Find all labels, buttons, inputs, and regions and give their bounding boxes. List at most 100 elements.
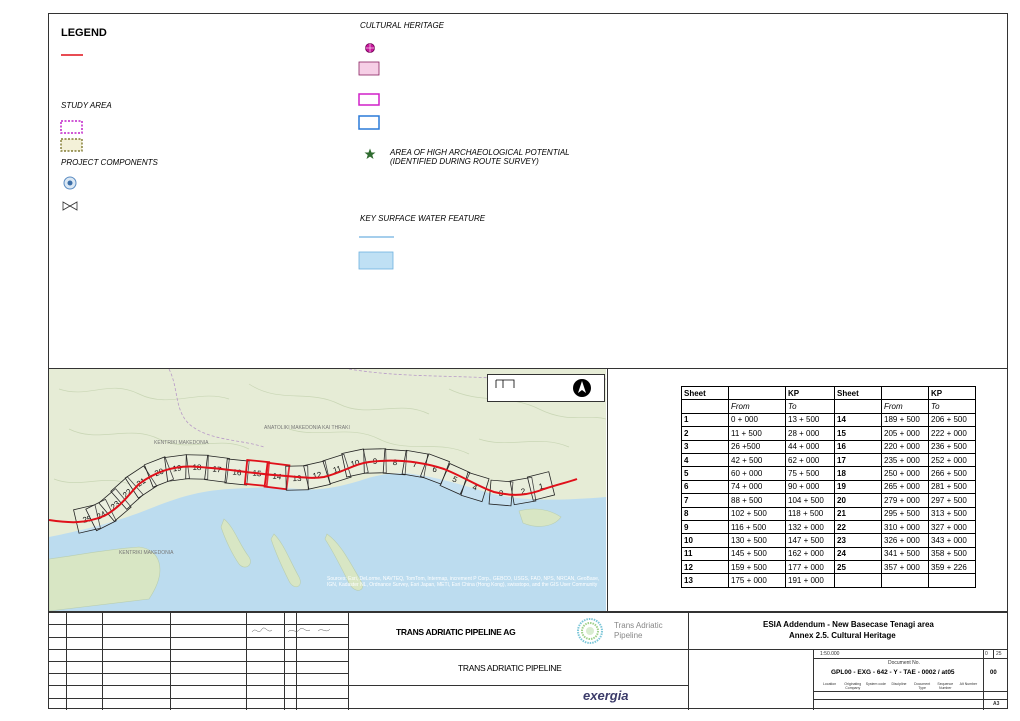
table-cell: 118 + 500 xyxy=(785,506,835,521)
table-cell: 0 + 000 xyxy=(728,412,786,428)
table-cell: 23 xyxy=(834,533,882,548)
map-canvas: KENTRIKI MAKEDONIA ANATOLIKI MAKEDONIA K… xyxy=(49,369,606,611)
table-cell: 22 xyxy=(834,519,882,535)
table-cell: 28 + 000 xyxy=(785,426,835,441)
table-cell xyxy=(928,573,976,588)
table-cell: 235 + 000 xyxy=(881,452,929,468)
doc-sublabel: Originating Company xyxy=(844,682,862,690)
study-area-symbol-magenta xyxy=(60,120,83,134)
pipeline-route-symbol xyxy=(61,54,83,56)
table-cell: 359 + 226 xyxy=(928,560,976,575)
table-cell: 10 xyxy=(681,533,729,548)
table-cell: 130 + 500 xyxy=(728,533,786,548)
table-cell: 145 + 500 xyxy=(728,546,786,562)
table-cell: Sheet xyxy=(834,385,882,401)
table-cell: 357 + 000 xyxy=(881,560,929,575)
tap-logo-icon xyxy=(577,618,603,644)
company-name: TRANS ADRIATIC PIPELINE AG xyxy=(396,627,516,637)
table-cell: To xyxy=(928,399,976,414)
table-cell: 88 + 500 xyxy=(728,493,786,508)
table-cell: 279 + 000 xyxy=(881,493,929,508)
table-cell: 20 xyxy=(834,493,882,508)
table-cell xyxy=(834,573,882,588)
map-view[interactable]: KENTRIKI MAKEDONIA ANATOLIKI MAKEDONIA K… xyxy=(49,369,606,611)
table-cell: 6 xyxy=(681,479,729,495)
archaeology-star-icon xyxy=(364,148,376,159)
table-row: 3 26 +500 44 + 000 16 220 + 000 236 + 500 xyxy=(681,439,976,454)
drawing-title-1: ESIA Addendum - New Basecase Tenagi area xyxy=(763,620,934,629)
scale-value: 1:50.000 xyxy=(820,651,840,657)
contractor-logo: exergia xyxy=(583,688,629,703)
table-cell: 281 + 500 xyxy=(928,479,976,495)
table-cell: 159 + 500 xyxy=(728,560,786,575)
kp-header-row: Sheet KP Sheet KP xyxy=(681,385,976,401)
doc-sublabel: Alt Number xyxy=(959,682,978,686)
sheet-number-a: 0 xyxy=(985,651,988,657)
table-cell: KP xyxy=(928,385,976,401)
doc-no-label: Document No. xyxy=(888,660,920,666)
place-label-1: KENTRIKI MAKEDONIA xyxy=(154,440,209,446)
legend-title: LEGEND xyxy=(61,27,107,39)
kp-table-panel: Sheet KP Sheet KP From To From To 1 0 + 000 13 + 5… xyxy=(607,369,1008,611)
table-cell: 7 xyxy=(681,493,729,508)
table-cell: 252 + 000 xyxy=(928,452,976,468)
table-cell: 19 xyxy=(834,479,882,495)
table-cell: 62 + 000 xyxy=(785,452,835,468)
table-cell: 116 + 500 xyxy=(728,519,786,535)
table-cell: 17 xyxy=(834,452,882,468)
table-cell: 60 + 000 xyxy=(728,466,786,481)
table-cell: 206 + 500 xyxy=(928,412,976,428)
table-cell: 11 xyxy=(681,546,729,562)
table-cell: 104 + 500 xyxy=(785,493,835,508)
title-block: TRANS ADRIATIC PIPELINE AG Trans Adriati… xyxy=(48,611,1008,710)
table-cell: 327 + 000 xyxy=(928,519,976,535)
north-arrow-icon xyxy=(573,379,591,397)
table-row: 2 11 + 500 28 + 000 15 205 + 000 222 + 000 xyxy=(681,426,976,441)
table-cell: 13 xyxy=(681,573,729,588)
heritage-zone-magenta-symbol xyxy=(358,93,380,106)
table-row: 11 145 + 500 162 + 000 24 341 + 500 358 + 500 xyxy=(681,546,976,562)
table-cell: 12 xyxy=(681,560,729,575)
table-row: 9 116 + 500 132 + 000 22 310 + 000 327 + 000 xyxy=(681,519,976,535)
doc-sublabel: Discipline xyxy=(891,682,907,686)
sheet-label: 16 xyxy=(232,468,242,478)
water-line-symbol xyxy=(359,236,394,238)
table-cell: 11 + 500 xyxy=(728,426,786,441)
table-cell: 265 + 000 xyxy=(881,479,929,495)
study-area-heading: STUDY AREA xyxy=(61,101,112,110)
table-row: 13 175 + 000 191 + 000 xyxy=(681,573,976,588)
archaeology-label-line2: (IDENTIFIED DURING ROUTE SURVEY) xyxy=(390,157,539,166)
table-cell: 2 xyxy=(681,426,729,441)
table-row: 4 42 + 500 62 + 000 17 235 + 000 252 + 000 xyxy=(681,452,976,468)
table-cell: 74 + 000 xyxy=(728,479,786,495)
table-cell xyxy=(681,399,729,414)
table-row: 8 102 + 500 118 + 500 21 295 + 500 313 + 500 xyxy=(681,506,976,521)
kp-subheader-row: From To From To xyxy=(681,399,976,414)
table-row: 5 60 + 000 75 + 500 18 250 + 000 266 + 500 xyxy=(681,466,976,481)
heritage-zone-blue-symbol xyxy=(358,115,380,130)
table-cell: 26 +500 xyxy=(728,439,786,454)
table-cell: 326 + 000 xyxy=(881,533,929,548)
table-cell: 220 + 000 xyxy=(881,439,929,454)
table-cell: From xyxy=(881,399,929,414)
table-row: 12 159 + 500 177 + 000 25 357 + 000 359 + 226 xyxy=(681,560,976,575)
table-cell xyxy=(834,399,882,414)
doc-number-sublabels: Location Originating Company System code Di… xyxy=(818,682,980,690)
table-cell: 341 + 500 xyxy=(881,546,929,562)
place-label-3: KENTRIKI MAKEDONIA xyxy=(119,550,174,556)
table-cell: 1 xyxy=(681,412,729,428)
table-cell: 175 + 000 xyxy=(728,573,786,588)
document-number: GPL00 - EXG - 642 - Y - TAE - 0002 / at0… xyxy=(831,669,955,676)
table-cell: 358 + 500 xyxy=(928,546,976,562)
table-cell xyxy=(881,573,929,588)
table-cell: 15 xyxy=(834,426,882,441)
table-cell: KP xyxy=(785,385,835,401)
table-row: 10 + 000 13 + 500 14 189 + 500 206 + 500 xyxy=(681,412,976,428)
table-cell: From xyxy=(728,399,786,414)
table-cell: 147 + 500 xyxy=(785,533,835,548)
project-components-heading: PROJECT COMPONENTS xyxy=(61,158,158,167)
heritage-area-symbol xyxy=(358,61,380,76)
table-cell: 14 xyxy=(834,412,882,428)
table-cell: 205 + 000 xyxy=(881,426,929,441)
table-cell: 8 xyxy=(681,506,729,521)
